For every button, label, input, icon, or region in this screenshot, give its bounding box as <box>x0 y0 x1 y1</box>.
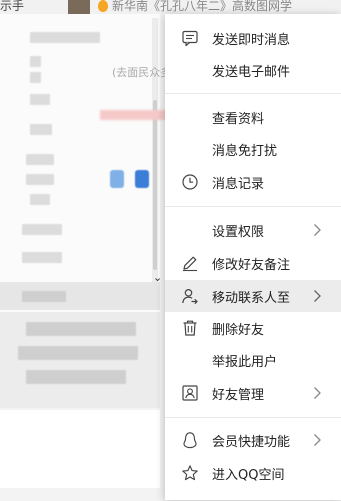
trash-icon <box>181 319 199 337</box>
menu-item-delete-friend[interactable]: 删除好友 <box>165 312 341 344</box>
menu-item-send-email[interactable]: 发送电子邮件 <box>165 54 341 86</box>
background-title-bar: 示手 新华南《孔孔八年二》高数图网学 <box>0 0 341 14</box>
menu-item-label: 查看资料 <box>212 112 265 127</box>
blurred-app-icon <box>135 170 149 188</box>
chevron-right-icon <box>311 288 323 304</box>
menu-item-label: 消息记录 <box>212 177 265 192</box>
pencil-icon <box>181 254 199 272</box>
menu-item-permission-settings[interactable]: 设置权限 <box>165 214 341 246</box>
blurred-contact <box>30 56 41 67</box>
blurred-app-icon <box>110 170 124 188</box>
menu-separator <box>165 206 341 207</box>
menu-item-vip-shortcuts[interactable]: 会员快捷功能 <box>165 424 341 456</box>
blurred-text <box>26 370 126 384</box>
menu-item-send-instant-message[interactable]: 发送即时消息 <box>165 22 341 54</box>
contact-context-menu: 发送即时消息 发送电子邮件 查看资料 消息免打扰 消息记录 设置权限 修改好友备… <box>165 14 341 500</box>
menu-item-open-qzone[interactable]: 进入QQ空间 <box>165 457 341 489</box>
menu-item-label: 发送电子邮件 <box>212 65 291 80</box>
blurred-contact <box>22 224 62 235</box>
menu-item-edit-remark[interactable]: 修改好友备注 <box>165 247 341 279</box>
menu-item-label: 删除好友 <box>212 323 265 338</box>
chevron-right-icon <box>311 432 323 448</box>
star-icon <box>181 464 199 482</box>
menu-item-friend-management[interactable]: 好友管理 <box>165 377 341 409</box>
blurred-contact <box>30 72 41 83</box>
blurred-contact <box>30 32 100 43</box>
background-blurred-region <box>0 312 160 408</box>
menu-item-label: 发送即时消息 <box>212 33 291 48</box>
chat-bubble-icon <box>181 29 199 47</box>
menu-item-label: 好友管理 <box>212 388 265 403</box>
move-contact-icon <box>181 287 199 305</box>
blurred-contact <box>22 291 66 302</box>
blurred-text <box>26 322 136 336</box>
avatar <box>68 0 90 14</box>
blurred-contact <box>30 194 50 205</box>
chevron-right-icon <box>311 385 323 401</box>
blurred-contact <box>26 174 54 185</box>
blurred-contact <box>30 124 52 135</box>
menu-item-report-user[interactable]: 举报此用户 <box>165 344 341 376</box>
menu-separator <box>165 93 341 94</box>
background-title-fragment: 示手 <box>0 0 25 13</box>
menu-item-label: 进入QQ空间 <box>212 468 285 483</box>
background-scrollbar-thumb <box>153 100 157 270</box>
clock-icon <box>181 173 199 191</box>
menu-item-label: 设置权限 <box>212 225 265 240</box>
menu-item-label: 消息免打扰 <box>212 144 278 159</box>
menu-item-label: 举报此用户 <box>212 355 278 370</box>
menu-item-label: 移动联系人至 <box>212 291 291 306</box>
blurred-contact <box>26 154 54 165</box>
flame-icon <box>98 0 108 12</box>
background-selected-row <box>0 282 160 310</box>
background-news-fragment: 新华南《孔孔八年二》高数图网学 <box>112 0 293 13</box>
menu-item-do-not-disturb[interactable]: 消息免打扰 <box>165 133 341 165</box>
penguin-icon <box>181 431 199 449</box>
contact-card-icon <box>181 384 199 402</box>
chevron-right-icon <box>311 222 323 238</box>
menu-item-label: 修改好友备注 <box>212 258 291 273</box>
menu-item-label: 会员快捷功能 <box>212 435 291 450</box>
background-contact-list <box>0 14 160 314</box>
menu-item-move-contact[interactable]: 移动联系人至 <box>165 280 341 312</box>
menu-item-view-profile[interactable]: 查看资料 <box>165 101 341 133</box>
blurred-contact <box>30 94 50 105</box>
blurred-text <box>18 346 138 360</box>
blurred-banner <box>100 110 170 120</box>
menu-item-message-history[interactable]: 消息记录 <box>165 166 341 198</box>
menu-separator <box>165 417 341 418</box>
blurred-contact <box>22 252 62 263</box>
